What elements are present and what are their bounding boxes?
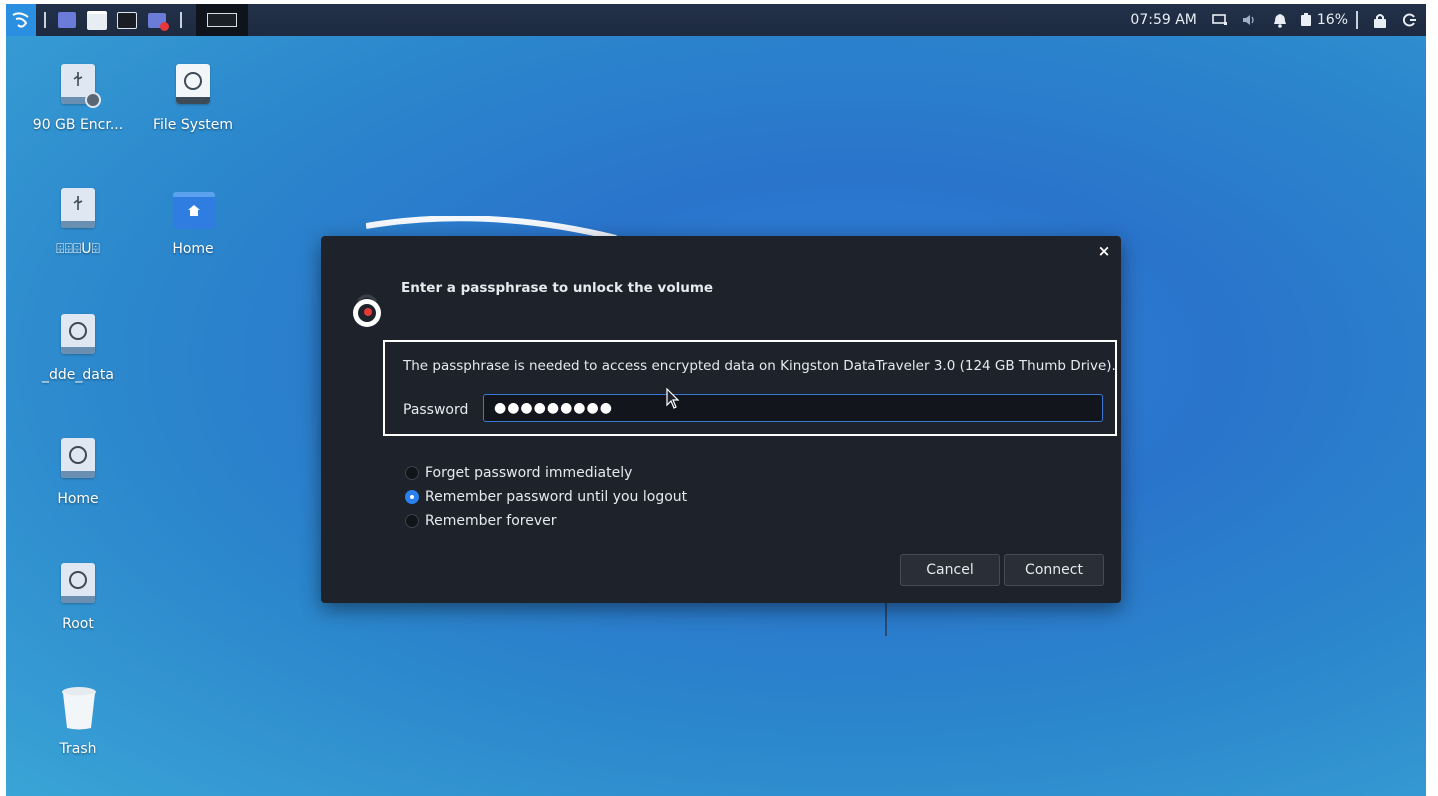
usb-drive-icon [61, 188, 95, 228]
close-button[interactable]: × [1095, 242, 1113, 260]
workspace-icon [58, 12, 76, 28]
usb-drive-icon [61, 64, 101, 108]
folder-icon [87, 10, 107, 30]
passphrase-section: The passphrase is needed to access encry… [383, 340, 1117, 436]
desktop-icon-label: File System [152, 117, 234, 133]
desktop-icon-root[interactable]: Root [28, 559, 128, 639]
terminal-launcher[interactable] [114, 4, 140, 36]
radio-button[interactable] [405, 466, 419, 480]
desktop-icon-home-drive[interactable]: Home [28, 434, 128, 514]
desktop-icon-encrypted-drive[interactable]: 90 GB Encr... [28, 60, 128, 140]
mouse-cursor-icon [666, 388, 680, 409]
radio-button-selected[interactable] [405, 490, 419, 504]
kali-dragon-icon [12, 12, 29, 28]
battery-percent: 16% [1316, 12, 1348, 28]
battery-icon[interactable] [1295, 4, 1317, 36]
recorder-icon [148, 12, 169, 31]
radio-forget-immediately[interactable]: Forget password immediately [405, 463, 632, 483]
logout-icon[interactable] [1394, 4, 1426, 36]
desktop-icon-label: 90 GB Encr... [32, 117, 124, 133]
dialog-title: Enter a passphrase to unlock the volume [401, 280, 714, 296]
hard-drive-icon [61, 314, 95, 354]
passphrase-message: The passphrase is needed to access encry… [403, 358, 1116, 374]
desktop-icon-label: Home [172, 241, 214, 257]
radio-remember-until-logout[interactable]: Remember password until you logout [405, 487, 687, 507]
lock-icon [353, 294, 381, 327]
tray-separator [1356, 11, 1358, 29]
volume-icon[interactable] [1233, 4, 1265, 36]
taskbar-window-button[interactable] [196, 4, 248, 36]
radio-label: Remember password until you logout [425, 489, 688, 505]
workspace-launcher[interactable] [54, 4, 80, 36]
connect-button[interactable]: Connect [1004, 554, 1104, 586]
system-tray: 07:59 AM 16% [1130, 4, 1426, 36]
trash-icon [62, 687, 96, 730]
hard-drive-icon [176, 64, 210, 104]
lock-badge-icon [85, 92, 101, 108]
desktop-icon-label: Trash [59, 741, 97, 757]
desktop-icon-label: Root [62, 616, 94, 632]
desktop-icon-label: ⌹⌹⌹U⌹ [56, 241, 100, 257]
cancel-button[interactable]: Cancel [900, 554, 1000, 586]
desktop-icon-label: _dde_data [42, 367, 114, 383]
file-manager-launcher[interactable] [84, 4, 110, 36]
notification-bell-icon[interactable] [1265, 4, 1295, 36]
display-icon[interactable] [1207, 4, 1233, 36]
home-folder-icon [173, 192, 215, 229]
desktop-icon-file-system[interactable]: File System [143, 60, 243, 140]
hard-drive-icon [61, 438, 95, 478]
desktop-icon-usb-drive[interactable]: ⌹⌹⌹U⌹ [28, 184, 128, 264]
window-icon [207, 13, 237, 27]
kali-menu-button[interactable] [6, 4, 36, 36]
desktop-icon-dde-data[interactable]: _dde_data [28, 310, 128, 390]
desktop: 07:59 AM 16% 90 GB Encr... File System ⌹… [6, 4, 1426, 796]
desktop-icon-label: Home [57, 491, 99, 507]
desktop-icon-home-folder[interactable]: Home [143, 184, 243, 264]
desktop-icon-trash[interactable]: Trash [28, 684, 128, 764]
unlock-volume-dialog: × Enter a passphrase to unlock the volum… [321, 236, 1121, 603]
password-label: Password [403, 402, 469, 418]
radio-label: Remember forever [425, 513, 557, 529]
clock[interactable]: 07:59 AM [1130, 12, 1206, 28]
lock-screen-icon[interactable] [1366, 4, 1394, 36]
terminal-icon [117, 11, 137, 29]
radio-remember-forever[interactable]: Remember forever [405, 511, 557, 531]
radio-button[interactable] [405, 514, 419, 528]
top-panel: 07:59 AM 16% [6, 4, 1426, 36]
password-input[interactable]: ●●●●●●●●● [483, 394, 1103, 422]
hard-drive-icon [61, 563, 95, 603]
screen-recorder-launcher[interactable] [144, 4, 170, 36]
radio-label: Forget password immediately [425, 465, 633, 481]
